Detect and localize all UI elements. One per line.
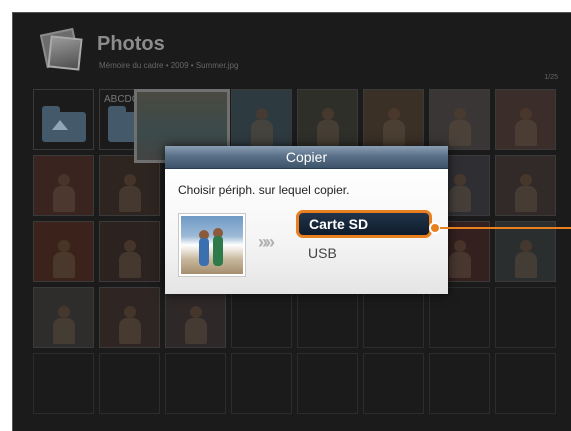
option-label: Carte SD	[309, 216, 369, 232]
empty-slot	[363, 287, 424, 348]
dialog-message: Choisir périph. sur lequel copier.	[178, 183, 350, 197]
copy-dialog: Copier Choisir périph. sur lequel copier…	[165, 146, 448, 294]
empty-slot	[33, 353, 94, 414]
empty-slot	[495, 287, 556, 348]
photo-thumbnail[interactable]	[363, 89, 424, 150]
photo-thumbnail[interactable]	[99, 221, 160, 282]
photo-thumbnail[interactable]	[231, 89, 292, 150]
photo-thumbnail[interactable]	[495, 89, 556, 150]
dialog-title: Copier	[285, 149, 328, 165]
page-counter: 1/25	[544, 74, 558, 81]
photo-thumbnail[interactable]	[99, 155, 160, 216]
empty-slot	[231, 287, 292, 348]
empty-slot	[165, 353, 226, 414]
empty-slot	[429, 353, 490, 414]
photo-thumbnail[interactable]	[297, 89, 358, 150]
photo-thumbnail[interactable]	[429, 89, 490, 150]
photo-thumbnail[interactable]	[495, 155, 556, 216]
page-title: Photos	[97, 33, 165, 55]
dialog-header: Copier	[165, 146, 448, 169]
folder-up-tile[interactable]	[33, 89, 94, 150]
up-arrow-icon	[52, 120, 68, 130]
photo-thumbnail[interactable]	[33, 221, 94, 282]
dialog-body: Choisir périph. sur lequel copier. »» Ca…	[165, 169, 448, 294]
option-carte-sd[interactable]: Carte SD	[296, 210, 432, 238]
photo-thumbnail[interactable]	[165, 287, 226, 348]
photo-thumbnail[interactable]	[33, 155, 94, 216]
option-usb[interactable]: USB	[308, 245, 337, 261]
empty-slot	[363, 353, 424, 414]
source-photo-thumbnail	[178, 213, 246, 277]
chevrons-right-icon: »»	[258, 232, 275, 252]
empty-slot	[429, 287, 490, 348]
breadcrumb: Mémoire du cadre • 2009 • Summer.jpg	[99, 61, 239, 70]
empty-slot	[297, 287, 358, 348]
empty-slot	[231, 353, 292, 414]
callout-line	[440, 227, 571, 229]
photo-thumbnail[interactable]	[33, 287, 94, 348]
empty-slot	[495, 353, 556, 414]
photo-thumbnail[interactable]	[99, 287, 160, 348]
photo-thumbnail[interactable]	[495, 221, 556, 282]
empty-slot	[297, 353, 358, 414]
empty-slot	[99, 353, 160, 414]
photos-app-icon	[37, 27, 83, 71]
